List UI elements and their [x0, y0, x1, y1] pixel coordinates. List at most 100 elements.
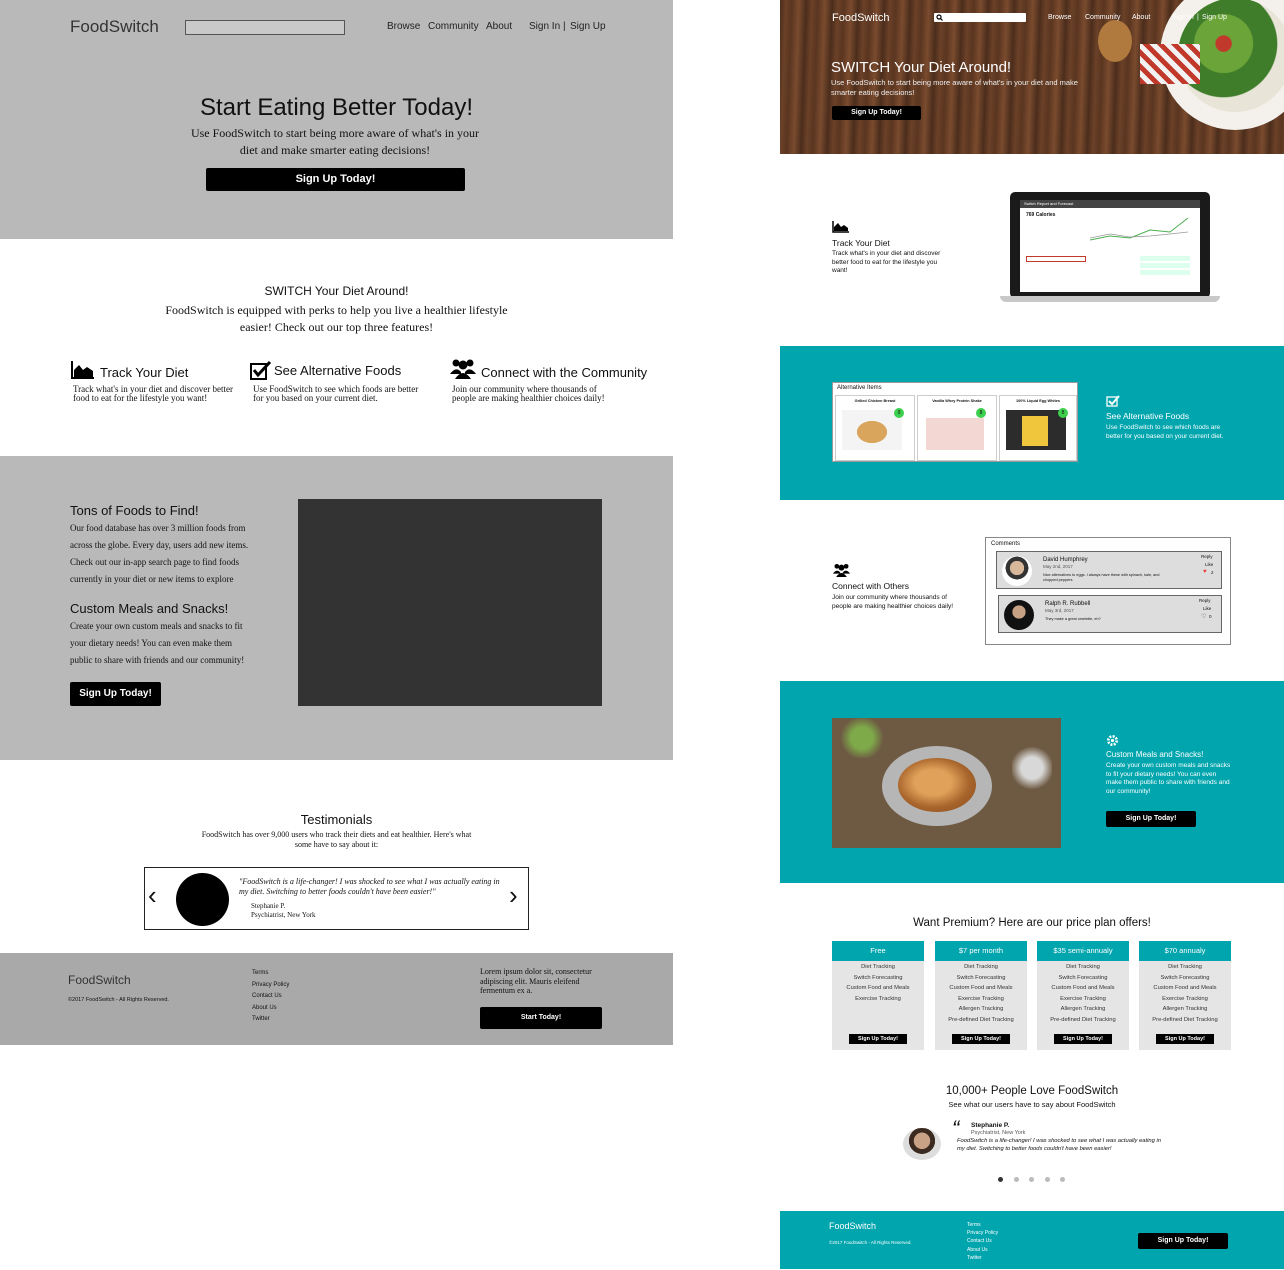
- mock-footer-copyright: ©2017 FoodSwitch - All Rights Reserved.: [829, 1240, 912, 1245]
- wire-search-input[interactable]: [185, 20, 345, 35]
- chicken-image: [842, 410, 902, 450]
- laptop-image: Switch Report and Forecast 769 Calories: [1000, 192, 1220, 302]
- alternative-item-name: Grilled Chicken Breast: [854, 399, 896, 403]
- wire-footer-links: Terms Privacy Policy Contact Us About Us…: [252, 968, 289, 1026]
- wire-logo[interactable]: FoodSwitch: [70, 17, 159, 37]
- mock-alternatives-section: Alternative Items Grilled Chicken Breast…: [780, 346, 1284, 500]
- comment-item: David Humphrey May 2nd, 2017 Nice altern…: [996, 551, 1222, 589]
- wire-footer-link[interactable]: Twitter: [252, 1014, 289, 1026]
- price-plan-feature: Custom Food and Meals: [1153, 985, 1217, 991]
- score-badge: 8: [1058, 408, 1068, 418]
- chevron-left-icon[interactable]: ‹: [148, 882, 157, 908]
- wire-nav-browse[interactable]: Browse: [387, 21, 420, 32]
- price-plan-feature: Diet Tracking: [861, 964, 895, 970]
- wire-footer-copyright: ©2017 FoodSwitch - All Rights Reserved.: [68, 997, 169, 1003]
- mock-logo[interactable]: FoodSwitch: [832, 12, 889, 24]
- mock-love-role: Psychiatrist, New York: [971, 1130, 1026, 1136]
- carousel-dot[interactable]: [1029, 1177, 1034, 1182]
- wire-footer-link[interactable]: Contact Us: [252, 991, 289, 1003]
- heart-outline-icon[interactable]: ♡: [1201, 613, 1206, 620]
- wire-footer-lorem: Lorem ipsum dolor sit, consectetur adipi…: [480, 967, 592, 995]
- mock-nav-about[interactable]: About: [1132, 14, 1150, 21]
- mock-footer-link[interactable]: About Us: [967, 1246, 998, 1254]
- mock-nav-browse[interactable]: Browse: [1048, 14, 1071, 21]
- wire-hero-signup-button[interactable]: Sign Up Today!: [206, 168, 465, 191]
- price-plan-feature: Pre-defined Diet Tracking: [1050, 1016, 1116, 1023]
- wire-feature-title: Connect with the Community: [481, 365, 648, 380]
- mock-search-input[interactable]: [934, 13, 1026, 22]
- like-link[interactable]: Like: [1205, 562, 1213, 567]
- wire-nav-sign-up[interactable]: Sign Up: [570, 21, 606, 32]
- mock-custom-desc: Create your own custom meals and snacks …: [1106, 762, 1231, 795]
- avatar: [1004, 600, 1034, 630]
- reply-link[interactable]: Reply: [1201, 554, 1213, 559]
- alternative-item-name: Vanilla Whey Protein Shake: [932, 399, 982, 403]
- score-badge: 9: [894, 408, 904, 418]
- mock-nav-community[interactable]: Community: [1085, 14, 1120, 21]
- price-plan-features: Diet Tracking Switch Forecasting Custom Fo…: [1139, 961, 1231, 1025]
- price-plan-feature: Custom Food and Meals: [846, 985, 910, 991]
- carousel-dot[interactable]: [1045, 1177, 1050, 1182]
- carousel-dot-active[interactable]: [998, 1177, 1003, 1182]
- gear-icon: [1107, 735, 1118, 746]
- price-plan-feature: Diet Tracking: [1168, 964, 1202, 970]
- mock-footer-signup-button[interactable]: Sign Up Today!: [1138, 1233, 1228, 1249]
- mock-footer-logo[interactable]: FoodSwitch: [829, 1221, 876, 1231]
- wire-media-placeholder[interactable]: [298, 499, 602, 706]
- quote-icon: “: [952, 1116, 960, 1141]
- mock-nav-sign-in[interactable]: Sign In: [1172, 14, 1194, 21]
- wire-nav-about[interactable]: About: [486, 21, 512, 32]
- price-plan-signup-button[interactable]: Sign Up Today!: [1156, 1034, 1214, 1044]
- mock-hero: FoodSwitch Browse Community About Sign I…: [780, 0, 1284, 154]
- alternative-item-card[interactable]: Grilled Chicken Breast 9: [835, 395, 915, 461]
- mock-nav-separator: |: [1197, 14, 1199, 21]
- mock-love-name: Stephanie P.: [971, 1122, 1010, 1129]
- mock-footer-link[interactable]: Contact Us: [967, 1237, 998, 1245]
- mock-community-desc: Join our community where thousands of pe…: [832, 594, 954, 610]
- mock-hero-signup-button[interactable]: Sign Up Today!: [832, 106, 921, 120]
- wire-switch-title: SWITCH Your Diet Around!: [264, 284, 409, 298]
- chevron-right-icon[interactable]: ›: [509, 882, 518, 908]
- mock-custom-signup-button[interactable]: Sign Up Today!: [1106, 811, 1196, 827]
- like-link[interactable]: Like: [1203, 606, 1211, 611]
- wire-feature-desc: Use FoodSwitch to see which foods are be…: [253, 384, 419, 403]
- price-plan-feature: Switch Forecasting: [1160, 974, 1210, 981]
- price-plan-feature: Exercise Tracking: [1162, 995, 1208, 1002]
- mockup-page: FoodSwitch Browse Community About Sign I…: [780, 0, 1284, 1270]
- mock-footer-link[interactable]: Terms: [967, 1221, 998, 1229]
- wire-footer-link[interactable]: About Us: [252, 1003, 289, 1015]
- mock-footer: FoodSwitch ©2017 FoodSwitch - All Rights…: [780, 1211, 1284, 1269]
- comment-date: May 2nd, 2017: [1043, 564, 1073, 569]
- mock-footer-link[interactable]: Twitter: [967, 1254, 998, 1262]
- laptop-alternatives: [1140, 256, 1190, 286]
- users-icon: [450, 359, 476, 379]
- wire-nav-community[interactable]: Community: [428, 21, 479, 32]
- heart-icon[interactable]: ♥: [1203, 569, 1207, 575]
- wire-info-signup-button[interactable]: Sign Up Today!: [70, 682, 161, 706]
- price-plan-feature: Custom Food and Meals: [949, 985, 1013, 991]
- mock-nav-sign-up[interactable]: Sign Up: [1202, 14, 1227, 21]
- wire-hero-subtitle: Use FoodSwitch to start being more aware…: [190, 126, 480, 157]
- price-plan-feature: Switch Forecasting: [956, 974, 1006, 981]
- price-plan-feature: Allergen Tracking: [958, 1006, 1004, 1012]
- alternative-item-card[interactable]: 100% Liquid Egg Whites 8: [999, 395, 1077, 461]
- wire-footer-link[interactable]: Terms: [252, 968, 289, 980]
- wire-nav-sign-in[interactable]: Sign In: [529, 21, 560, 32]
- price-plan-signup-button[interactable]: Sign Up Today!: [849, 1034, 907, 1044]
- wire-footer-start-button[interactable]: Start Today!: [480, 1007, 602, 1029]
- carousel-dot[interactable]: [1060, 1177, 1065, 1182]
- carousel-dot[interactable]: [1014, 1177, 1019, 1182]
- price-plan-feature: Diet Tracking: [1066, 964, 1100, 970]
- reply-link[interactable]: Reply: [1199, 598, 1211, 603]
- wire-info-section: Tons of Foods to Find! Our food database…: [0, 456, 673, 760]
- comment-item: Ralph R. Rubbell May 3rd, 2017 They make…: [998, 595, 1222, 633]
- mock-footer-link[interactable]: Privacy Policy: [967, 1229, 998, 1237]
- wire-foods-body: Our food database has over 3 million foo…: [70, 523, 249, 584]
- price-plan-name: $70 annualy: [1139, 941, 1231, 961]
- wire-footer-logo[interactable]: FoodSwitch: [68, 973, 131, 987]
- laptop-screen-header: Switch Report and Forecast: [1020, 200, 1200, 208]
- price-plan-signup-button[interactable]: Sign Up Today!: [952, 1034, 1010, 1044]
- alternative-item-card[interactable]: Vanilla Whey Protein Shake 8: [917, 395, 997, 461]
- price-plan-signup-button[interactable]: Sign Up Today!: [1054, 1034, 1112, 1044]
- wire-footer-link[interactable]: Privacy Policy: [252, 980, 289, 992]
